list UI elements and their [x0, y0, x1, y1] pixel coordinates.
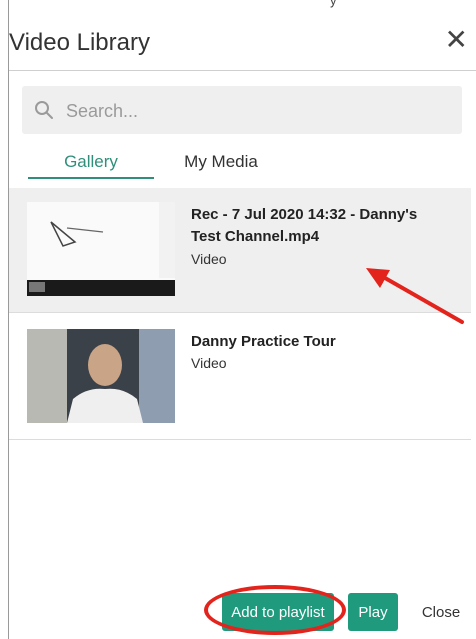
top-strip: y: [0, 0, 476, 12]
top-strip-text: y: [330, 0, 337, 8]
media-item-title: Danny Practice Tour: [191, 333, 336, 350]
search-bar[interactable]: [22, 86, 462, 136]
close-icon[interactable]: ✕: [445, 26, 468, 54]
search-icon: [35, 101, 53, 119]
tab-my-media[interactable]: My Media: [176, 150, 266, 180]
person-thumbnail-image: [27, 329, 175, 423]
add-to-playlist-button[interactable]: Add to playlist: [222, 593, 334, 631]
media-item-practice-tour[interactable]: Danny Practice Tour Video: [9, 313, 471, 440]
video-thumbnail: [27, 202, 175, 296]
play-button[interactable]: Play: [348, 593, 398, 631]
dialog-title: Video Library: [9, 29, 150, 56]
media-item-type: Video: [191, 251, 227, 267]
tab-gallery[interactable]: Gallery: [28, 150, 154, 180]
search-input[interactable]: [64, 86, 448, 136]
sketch-thumbnail-image: [27, 202, 175, 296]
tab-bar: Gallery My Media: [28, 150, 448, 180]
dialog-header: Video Library ✕: [9, 12, 476, 71]
annotation-arrow: [366, 268, 464, 324]
active-tab-underline: [28, 177, 154, 179]
video-thumbnail: [27, 329, 175, 423]
media-item-type: Video: [191, 355, 227, 371]
close-button[interactable]: Close: [414, 593, 468, 631]
media-item-title: Rec - 7 Jul 2020 14:32 - Danny's Test Ch…: [191, 206, 418, 245]
